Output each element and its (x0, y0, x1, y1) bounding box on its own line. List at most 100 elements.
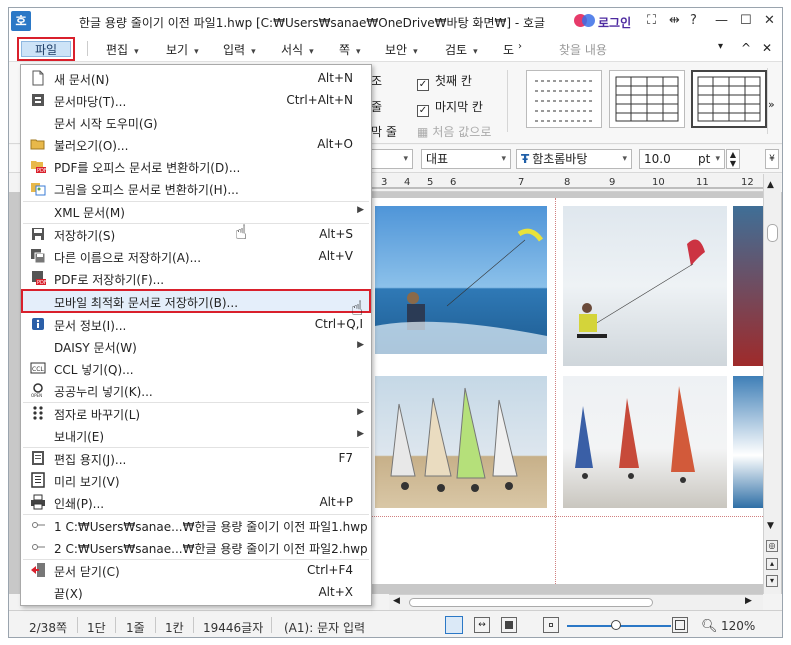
document-page[interactable] (371, 198, 763, 584)
checkbox-checked-icon: ✓ (417, 79, 429, 91)
magnifier-icon[interactable]: 🔍︎ (701, 619, 718, 634)
menu-edit[interactable]: 편집 ▾ (106, 41, 139, 58)
title-bar: 호 한글 용량 줄이기 이전 파일1.hwp [C:₩Users₩sanae₩O… (9, 8, 782, 35)
menu-insert[interactable]: 입력 ▾ (223, 41, 256, 58)
vertical-scrollbar[interactable]: ▲ ▼ ◎ ▴ ▾ (763, 174, 781, 594)
menu-item-page-setup[interactable]: 편집 용지(J)... F7 (21, 447, 371, 469)
open-license-icon: OPEN (31, 383, 43, 398)
menu-item-daisy[interactable]: DAISY 문서(W) ▶ (21, 335, 371, 357)
menu-item-preview[interactable]: 미리 보기(V) (21, 469, 371, 491)
hscroll-thumb (409, 598, 653, 607)
font-size-stepper[interactable]: ▲ ▼ (726, 149, 740, 169)
menu-item-template[interactable]: 문서마당(T)... Ctrl+Alt+N (21, 89, 371, 111)
page-down-icon: ▾ (766, 575, 778, 587)
status-page[interactable]: 2/38쪽 (29, 619, 67, 636)
menu-item-recent-1[interactable]: 1 C:₩Users₩sanae...₩한글 용량 줄이기 이전 파일1.hwp (21, 514, 371, 536)
zoom-level[interactable]: 120% (721, 619, 755, 633)
status-char-count: 19446글자 (203, 621, 264, 635)
hangul-logo-icon[interactable]: 호 (11, 11, 31, 31)
menu-item-open-license[interactable]: OPEN 공공누리 넣기(K)... (21, 379, 371, 401)
full-page-icon[interactable] (501, 617, 517, 633)
search-dropdown-icon[interactable]: ▾ (718, 41, 723, 52)
menu-item-image-convert[interactable]: 그림을 오피스 문서로 변환하기(H)... (21, 177, 371, 199)
split-view-icon[interactable]: ⇹ (669, 13, 680, 28)
normal-view-icon[interactable] (445, 616, 463, 634)
menu-item-close-doc[interactable]: 문서 닫기(C) Ctrl+F4 (21, 559, 371, 581)
menu-item-save-mobile[interactable]: 모바일 최적화 문서로 저장하기(B)... (21, 289, 371, 313)
menu-security[interactable]: 보안 ▾ (385, 41, 418, 58)
close-document-icon[interactable]: ✕ (762, 41, 772, 55)
kitesurf-photo[interactable] (375, 206, 547, 354)
font-combo[interactable]: Ŧ 함초롬바탕 ▾ (516, 149, 632, 169)
ribbon-more-icon[interactable]: » (768, 98, 775, 111)
menu-item-ccl[interactable]: CCL CCL 넣기(Q)... (21, 357, 371, 379)
menu-format[interactable]: 서식 ▾ (281, 41, 314, 58)
menu-item-new[interactable]: 새 문서(N) Alt+N (21, 67, 371, 89)
menu-item-exit[interactable]: 끝(X) Alt+X (21, 581, 371, 603)
table-style-grid[interactable] (609, 70, 685, 128)
file-menu-label: 파일 (21, 41, 71, 57)
font-size-combo[interactable]: 10.0 pt ▾ (639, 149, 725, 169)
menu-item-save[interactable]: 저장하기(S) Alt+S (21, 223, 371, 245)
checkbox-checked-icon: ✓ (417, 105, 429, 117)
zoom-in-icon[interactable] (672, 617, 688, 633)
svg-text:OPEN: OPEN (31, 393, 42, 398)
minimize-icon[interactable]: — (715, 13, 728, 28)
zoom-slider-thumb[interactable] (611, 620, 621, 630)
new-document-icon (32, 70, 44, 86)
scroll-down-icon: ▼ (767, 521, 774, 531)
page-setup-icon (32, 451, 44, 465)
menu-item-recent-2[interactable]: 2 C:₩Users₩sanae...₩한글 용량 줄이기 이전 파일2.hwp (21, 536, 371, 558)
save-as-icon (31, 249, 46, 264)
last-column-checkbox[interactable]: ✓ 마지막 칸 (417, 98, 483, 117)
maximize-icon[interactable]: ☐ (740, 13, 752, 28)
truetype-font-icon: Ŧ (521, 152, 530, 166)
pdf-convert-icon: PDF (31, 161, 46, 174)
partial-photo-bottom[interactable] (733, 376, 763, 508)
save-pdf-icon: PDF (32, 271, 46, 286)
hand-cursor-icon: ☝ (351, 296, 364, 320)
menu-scroll-icon[interactable]: › (518, 41, 522, 52)
status-section: 1단 (87, 621, 106, 635)
first-column-checkbox[interactable]: ✓ 첫째 칸 (417, 72, 472, 91)
scroll-right-icon: ▶ (745, 596, 752, 606)
format-more-icon[interactable]: ¥ (765, 149, 779, 169)
menu-item-send[interactable]: 보내기(E) ▶ (21, 424, 371, 446)
menu-page[interactable]: 쪽 ▾ (339, 41, 361, 58)
fullscreen-icon[interactable]: ⛶ (647, 13, 656, 28)
partial-photo-top[interactable] (733, 206, 763, 366)
menu-item-xml[interactable]: XML 문서(M) ▶ (21, 200, 371, 222)
submenu-arrow-icon: ▶ (357, 205, 364, 215)
svg-text:PDF: PDF (37, 168, 46, 174)
login-icon[interactable] (574, 14, 598, 28)
fit-width-icon[interactable]: ↔ (474, 617, 490, 633)
menu-view[interactable]: 보기 ▾ (166, 41, 199, 58)
menu-review[interactable]: 검토 ▾ (445, 41, 478, 58)
search-input[interactable]: 찾을 내용 (559, 41, 607, 58)
print-icon (31, 494, 45, 510)
menu-item-print[interactable]: 인쇄(P)... Alt+P (21, 491, 371, 513)
reset-button[interactable]: ▦ 처음 값으로 (417, 123, 491, 140)
prev-combo[interactable]: ▾ (371, 149, 413, 169)
login-button[interactable]: 로그인 (598, 14, 631, 31)
land-yacht-photo[interactable] (375, 376, 547, 508)
help-icon[interactable]: ? (690, 13, 697, 28)
snowkite-photo[interactable] (563, 206, 727, 366)
horizontal-scrollbar[interactable]: ◀ ▶ (389, 594, 763, 610)
close-icon[interactable]: ✕ (764, 13, 775, 28)
menu-tools[interactable]: 도 (503, 41, 514, 58)
zoom-out-icon[interactable] (543, 617, 559, 633)
menu-item-start-wizard[interactable]: 문서 시작 도우미(G) (21, 111, 371, 133)
menu-item-braille[interactable]: 점자로 바꾸기(L) ▶ (21, 402, 371, 424)
menu-item-doc-info[interactable]: 문서 정보(I)... Ctrl+Q,I (21, 313, 371, 335)
menu-item-open[interactable]: 불러오기(O)... Alt+O (21, 133, 371, 155)
menu-item-save-pdf[interactable]: PDF PDF로 저장하기(F)... (21, 267, 371, 289)
collapse-ribbon-icon[interactable]: ^ (741, 41, 751, 55)
table-style-selected[interactable] (691, 70, 767, 128)
menu-item-pdf-convert[interactable]: PDF PDF를 오피스 문서로 변환하기(D)... (21, 155, 371, 177)
menu-item-save-as[interactable]: 다른 이름으로 저장하기(A)... Alt+V (21, 245, 371, 267)
table-style-dashed[interactable] (526, 70, 602, 128)
beach-yacht-photo[interactable] (563, 376, 727, 508)
file-menu-button[interactable]: 파일 (17, 37, 75, 61)
style-combo[interactable]: 대표 ▾ (421, 149, 511, 169)
